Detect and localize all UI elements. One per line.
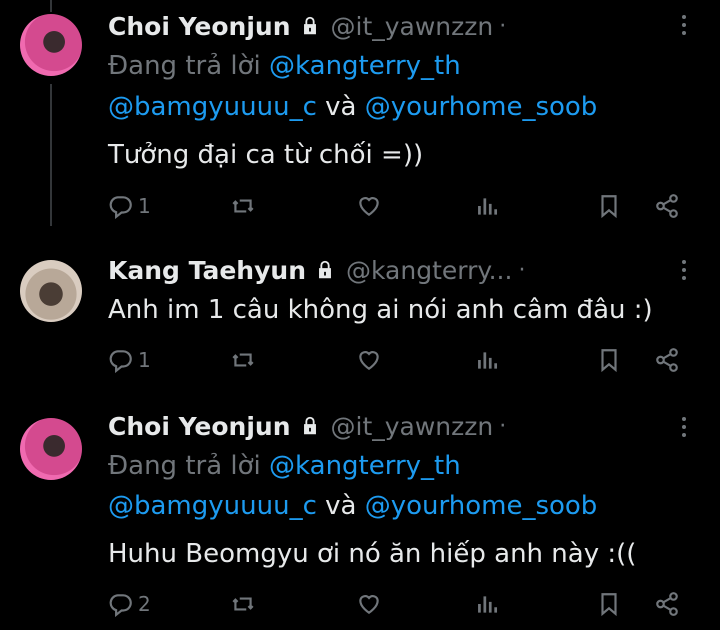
- mention-link[interactable]: @kangterry_th: [269, 451, 461, 481]
- like-icon: [359, 351, 379, 370]
- views-icon: [478, 198, 498, 215]
- retweet-button[interactable]: [230, 588, 256, 620]
- reply-button[interactable]: 1: [108, 344, 151, 376]
- retweet-button[interactable]: [230, 344, 256, 376]
- share-icon: [656, 348, 678, 372]
- retweet-icon: [232, 597, 254, 611]
- reply-context-continued: @bamgyuuuu_c và @yourhome_soob: [108, 488, 597, 524]
- avatar[interactable]: [20, 14, 82, 76]
- lock-icon: [319, 260, 331, 279]
- bookmark-icon: [601, 593, 617, 617]
- retweet-button[interactable]: [230, 190, 256, 222]
- tweet-header: Choi Yeonjun @it_yawnzzn ·: [108, 406, 506, 446]
- reply-context: Đang trả lời @kangterry_th: [108, 448, 461, 484]
- reply-count: 1: [138, 348, 151, 372]
- mention-link[interactable]: @kangterry_th: [269, 51, 461, 81]
- views-icon: [478, 352, 498, 369]
- tweet[interactable]: Choi Yeonjun @it_yawnzzn · Đang trả lời …: [0, 400, 720, 630]
- views-button[interactable]: [474, 588, 500, 620]
- reply-context-continued: @bamgyuuuu_c và @yourhome_soob: [108, 89, 597, 125]
- share-icon: [656, 194, 678, 218]
- display-name[interactable]: Choi Yeonjun: [108, 412, 291, 441]
- reply-context: Đang trả lời @kangterry_th: [108, 48, 461, 84]
- handle[interactable]: @it_yawnzzn: [331, 12, 494, 41]
- tweet-actions: 1: [108, 190, 688, 222]
- reply-and: và: [325, 92, 357, 122]
- bookmark-icon: [601, 195, 617, 219]
- tweet-text: Anh im 1 câu không ai nói anh câm đâu :): [108, 295, 653, 325]
- like-icon: [359, 197, 379, 216]
- reply-button[interactable]: 1: [108, 190, 151, 222]
- retweet-icon: [232, 353, 254, 367]
- mention-link[interactable]: @bamgyuuuu_c: [108, 491, 317, 521]
- mention-link[interactable]: @yourhome_soob: [365, 491, 598, 521]
- reply-button[interactable]: 2: [108, 588, 151, 620]
- like-button[interactable]: [356, 190, 382, 222]
- bookmark-button[interactable]: [596, 344, 622, 376]
- more-icon[interactable]: [674, 412, 694, 442]
- more-icon[interactable]: [674, 255, 694, 285]
- bookmark-icon: [601, 349, 617, 373]
- avatar[interactable]: [20, 418, 82, 480]
- tweet-header: Kang Taehyun @kangterry... ·: [108, 250, 525, 290]
- tweet[interactable]: Choi Yeonjun @it_yawnzzn · Đang trả lời …: [0, 0, 720, 230]
- share-button[interactable]: [654, 190, 680, 222]
- reply-and: và: [325, 491, 357, 521]
- reply-icon: [109, 350, 132, 373]
- lock-icon: [303, 416, 316, 435]
- handle[interactable]: @it_yawnzzn: [331, 412, 494, 441]
- reply-icon: [109, 196, 132, 219]
- bookmark-button[interactable]: [596, 190, 622, 222]
- views-icon: [478, 596, 498, 613]
- reply-icon: [109, 594, 132, 617]
- mention-link[interactable]: @bamgyuuuu_c: [108, 92, 317, 122]
- reply-prefix: Đang trả lời: [108, 451, 261, 481]
- share-icon: [656, 592, 678, 616]
- views-button[interactable]: [474, 190, 500, 222]
- display-name[interactable]: Choi Yeonjun: [108, 12, 291, 41]
- share-button[interactable]: [654, 588, 680, 620]
- reply-count: 2: [138, 592, 151, 616]
- display-name[interactable]: Kang Taehyun: [108, 256, 306, 285]
- like-button[interactable]: [356, 344, 382, 376]
- handle[interactable]: @kangterry...: [346, 256, 512, 285]
- reply-prefix: Đang trả lời: [108, 51, 261, 81]
- mention-link[interactable]: @yourhome_soob: [365, 92, 598, 122]
- separator-dot: ·: [499, 413, 507, 439]
- like-icon: [359, 595, 379, 614]
- tweet-actions: 2: [108, 588, 688, 620]
- tweet[interactable]: Kang Taehyun @kangterry... · Anh im 1 câ…: [0, 230, 720, 400]
- retweet-icon: [232, 199, 254, 213]
- separator-dot: ·: [518, 257, 526, 283]
- tweet-text: Tưởng đại ca từ chối =)): [108, 140, 424, 170]
- like-button[interactable]: [356, 588, 382, 620]
- avatar[interactable]: [20, 260, 82, 322]
- more-icon[interactable]: [674, 10, 694, 40]
- tweet-header: Choi Yeonjun @it_yawnzzn ·: [108, 6, 506, 46]
- reply-count: 1: [138, 194, 151, 218]
- separator-dot: ·: [499, 13, 507, 39]
- bookmark-button[interactable]: [596, 588, 622, 620]
- views-button[interactable]: [474, 344, 500, 376]
- share-button[interactable]: [654, 344, 680, 376]
- tweet-actions: 1: [108, 344, 688, 376]
- tweet-text: Huhu Beomgyu ơi nó ăn hiếp anh này :((: [108, 539, 637, 569]
- lock-icon: [303, 16, 316, 35]
